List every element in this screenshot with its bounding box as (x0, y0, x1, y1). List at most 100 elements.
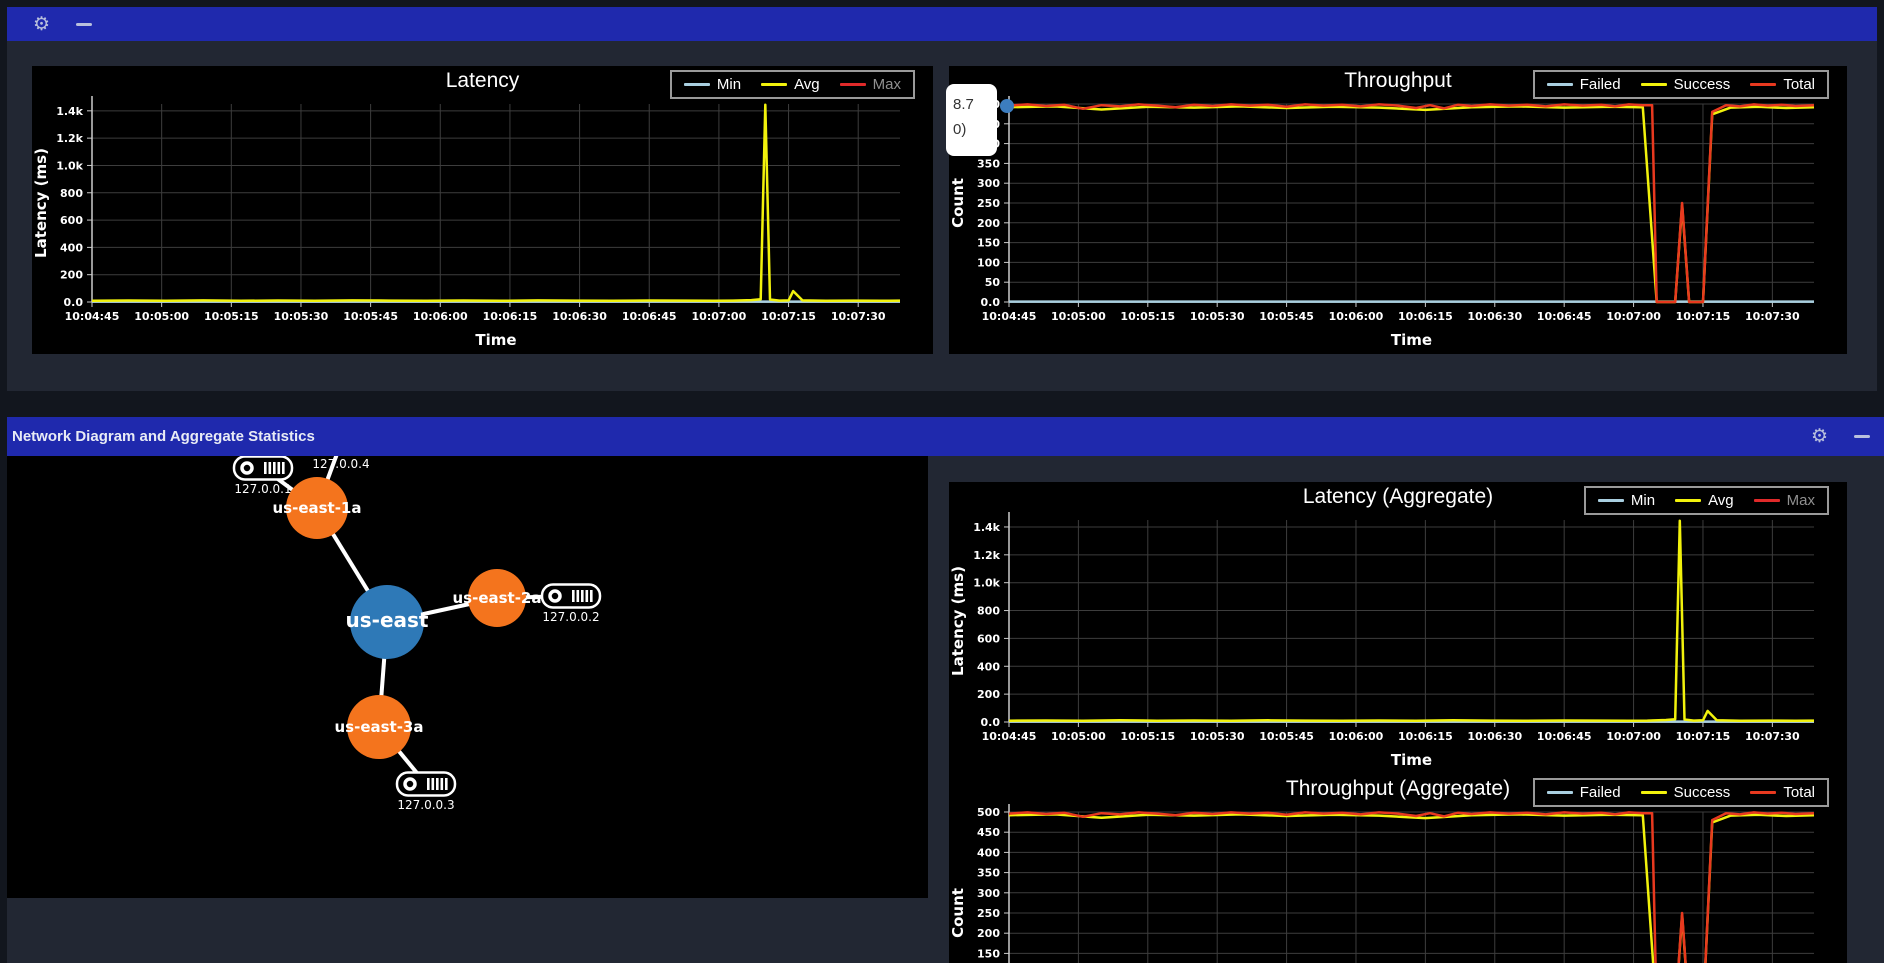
legend-item-avg[interactable]: Avg (761, 76, 820, 93)
legend-item-failed[interactable]: Failed (1547, 784, 1621, 801)
legend-line-swatch (840, 83, 866, 86)
server-icon[interactable]: 127.0.0.2 (542, 585, 600, 625)
legend-line-swatch (1750, 791, 1776, 794)
svg-text:10:05:00: 10:05:00 (134, 310, 189, 323)
svg-text:400: 400 (977, 846, 1000, 859)
svg-text:400: 400 (977, 660, 1000, 673)
network-panel-header: Network Diagram and Aggregate Statistics… (7, 417, 1884, 456)
legend-item-max[interactable]: Max (840, 76, 901, 93)
svg-text:10:05:15: 10:05:15 (1120, 730, 1175, 743)
legend-item-success[interactable]: Success (1641, 76, 1731, 93)
diagram-node-us-east-2a[interactable]: us-east-2a (452, 569, 541, 627)
server-ip-label: 127.0.0.4 (312, 457, 369, 471)
minimize-icon[interactable] (76, 23, 92, 26)
svg-text:10:06:30: 10:06:30 (552, 310, 607, 323)
latency-chart-canvas[interactable]: 10:04:4510:05:0010:05:1510:05:3010:05:45… (32, 66, 933, 354)
data-point-marker[interactable] (1000, 99, 1014, 113)
svg-text:1.4k: 1.4k (56, 105, 83, 118)
legend-line-swatch (1598, 499, 1624, 502)
legend-line-swatch (684, 83, 710, 86)
svg-text:0.0: 0.0 (981, 716, 1001, 729)
panel-title: Network Diagram and Aggregate Statistics (12, 428, 315, 445)
svg-text:10:07:30: 10:07:30 (1745, 730, 1800, 743)
svg-text:Time: Time (1391, 751, 1432, 769)
svg-text:350: 350 (977, 867, 1000, 880)
svg-text:300: 300 (977, 887, 1000, 900)
svg-text:250: 250 (977, 197, 1000, 210)
svg-text:500: 500 (977, 806, 1000, 819)
svg-text:Time: Time (1391, 331, 1432, 349)
chart-legend: Failed Success Total (1533, 778, 1829, 807)
svg-text:10:07:00: 10:07:00 (1606, 310, 1661, 323)
throughput-chart-canvas[interactable]: 10:04:4510:05:0010:05:1510:05:3010:05:45… (949, 66, 1847, 354)
legend-label: Total (1783, 784, 1815, 801)
svg-text:10:07:15: 10:07:15 (1676, 730, 1731, 743)
diagram-node-us-east-3a[interactable]: us-east-3a (334, 695, 423, 759)
legend-line-swatch (1547, 83, 1573, 86)
svg-text:10:07:15: 10:07:15 (761, 310, 816, 323)
svg-text:10:06:15: 10:06:15 (1398, 730, 1453, 743)
legend-line-swatch (1641, 83, 1667, 86)
minimize-icon[interactable] (1854, 435, 1870, 438)
svg-text:10:07:00: 10:07:00 (692, 310, 747, 323)
network-diagram[interactable]: 127.0.0.1 127.0.0.4 127.0.0.2 127.0.0.3 us-e… (7, 417, 928, 898)
svg-text:10:06:00: 10:06:00 (413, 310, 468, 323)
legend-item-max[interactable]: Max (1754, 492, 1815, 509)
server-icon[interactable]: 127.0.0.1 (234, 457, 292, 497)
svg-text:800: 800 (977, 605, 1000, 618)
svg-text:10:06:45: 10:06:45 (1537, 310, 1592, 323)
legend-line-swatch (1750, 83, 1776, 86)
gear-icon[interactable]: ⚙ (33, 15, 50, 34)
network-diagram-canvas: 127.0.0.1 127.0.0.4 127.0.0.2 127.0.0.3 us-e… (7, 417, 928, 898)
svg-text:1.0k: 1.0k (973, 577, 1000, 590)
chart-legend: Min Avg Max (670, 70, 915, 99)
legend-item-avg[interactable]: Avg (1675, 492, 1734, 509)
node-label: us-east (346, 608, 429, 632)
legend-label: Failed (1580, 76, 1621, 93)
legend-label: Max (873, 76, 901, 93)
legend-item-failed[interactable]: Failed (1547, 76, 1621, 93)
svg-text:10:05:30: 10:05:30 (274, 310, 329, 323)
svg-text:10:06:30: 10:06:30 (1467, 730, 1522, 743)
chart-legend: Failed Success Total (1533, 70, 1829, 99)
svg-text:10:04:45: 10:04:45 (982, 310, 1037, 323)
legend-line-swatch (1675, 499, 1701, 502)
svg-text:1.0k: 1.0k (56, 159, 83, 172)
svg-text:10:06:15: 10:06:15 (483, 310, 538, 323)
legend-item-min[interactable]: Min (1598, 492, 1655, 509)
chart-legend: Min Avg Max (1584, 486, 1829, 515)
legend-label: Avg (794, 76, 820, 93)
svg-text:10:06:30: 10:06:30 (1467, 310, 1522, 323)
svg-text:0.0: 0.0 (981, 296, 1001, 309)
throughput-aggregate-chart-card: Throughput (Aggregate) FailedSuccessTota… (949, 774, 1847, 963)
svg-text:Latency (ms): Latency (ms) (32, 148, 50, 258)
svg-text:450: 450 (977, 826, 1000, 839)
server-icon[interactable]: 127.0.0.3 (397, 773, 455, 813)
legend-item-success[interactable]: Success (1641, 784, 1731, 801)
svg-text:10:07:15: 10:07:15 (1676, 310, 1731, 323)
legend-label: Max (1787, 492, 1815, 509)
svg-text:10:05:00: 10:05:00 (1051, 310, 1106, 323)
svg-text:10:05:45: 10:05:45 (1259, 310, 1314, 323)
server-ip-label: 127.0.0.3 (397, 798, 454, 812)
legend-item-total[interactable]: Total (1750, 784, 1815, 801)
gear-icon[interactable]: ⚙ (1811, 427, 1828, 446)
diagram-node-us-east[interactable]: us-east (346, 585, 429, 659)
svg-text:200: 200 (977, 927, 1000, 940)
svg-text:200: 200 (60, 269, 83, 282)
svg-text:600: 600 (60, 214, 83, 227)
legend-item-min[interactable]: Min (684, 76, 741, 93)
svg-text:10:05:00: 10:05:00 (1051, 730, 1106, 743)
legend-label: Total (1783, 76, 1815, 93)
latency_agg-plot: 10:04:4510:05:0010:05:1510:05:3010:05:45… (949, 482, 1847, 774)
legend-item-total[interactable]: Total (1750, 76, 1815, 93)
svg-text:10:05:15: 10:05:15 (204, 310, 259, 323)
svg-text:800: 800 (60, 187, 83, 200)
tooltip-line: 8.7 (953, 92, 997, 117)
svg-text:10:04:45: 10:04:45 (65, 310, 120, 323)
svg-text:300: 300 (977, 177, 1000, 190)
chart-tooltip: 8.7 0) (946, 84, 997, 156)
svg-text:150: 150 (977, 947, 1000, 960)
latency-aggregate-chart-canvas[interactable]: 10:04:4510:05:0010:05:1510:05:3010:05:45… (949, 482, 1847, 774)
svg-text:Count: Count (949, 888, 967, 938)
